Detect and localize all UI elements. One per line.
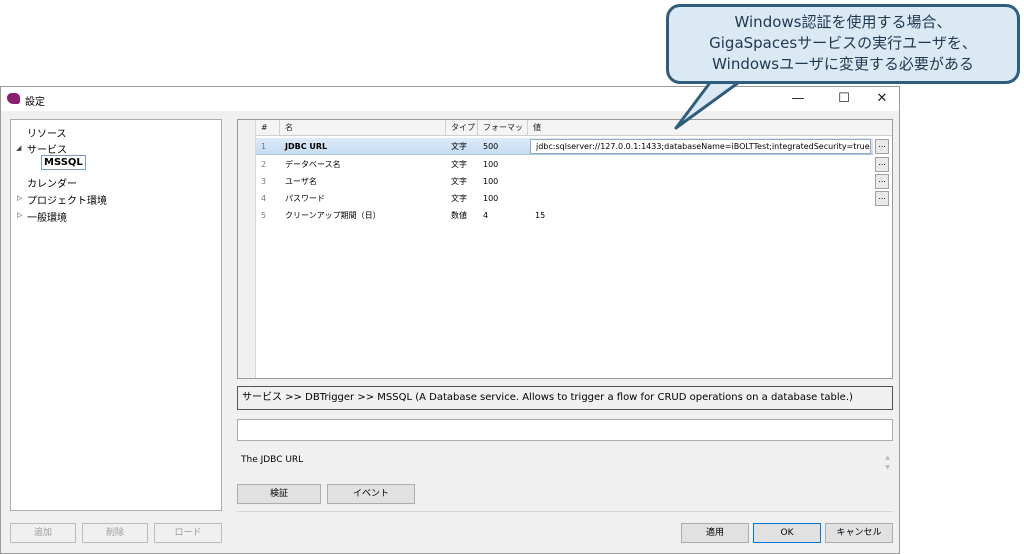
window-title: 設定 <box>25 97 45 108</box>
load-button[interactable]: ロード <box>154 523 222 543</box>
cell-type: 文字 <box>451 177 467 186</box>
cell-type: 文字 <box>451 194 467 203</box>
cell-value[interactable]: 15 <box>530 207 871 224</box>
cell-type: 文字 <box>451 160 467 169</box>
cell-format: 100 <box>483 160 499 169</box>
cell-value[interactable] <box>530 173 871 190</box>
cell-value[interactable] <box>530 190 871 207</box>
column-header-type[interactable]: タイプ <box>446 120 478 136</box>
cell-format: 100 <box>483 177 499 186</box>
column-header-num[interactable]: # <box>256 120 280 136</box>
cell-num: 1 <box>261 142 267 151</box>
event-button[interactable]: イベント <box>327 484 415 504</box>
cell-type: 数値 <box>451 211 467 220</box>
grid-header: # 名 タイプ フォーマット 値 <box>256 120 892 148</box>
property-description: The JDBC URL <box>241 455 304 465</box>
cell-format: 500 <box>483 142 499 151</box>
tree-item-general-env[interactable]: 一般環境 <box>27 209 67 224</box>
table-row[interactable]: 4 パスワード 文字 100 <box>256 190 873 207</box>
cell-name: JDBC URL <box>285 142 328 151</box>
tree-item-mssql[interactable]: MSSQL <box>41 155 86 170</box>
column-header-name[interactable]: 名 <box>280 120 446 136</box>
verify-button[interactable]: 検証 <box>237 484 321 504</box>
value-edit-field[interactable] <box>237 419 893 441</box>
table-row[interactable]: 2 データベース名 文字 100 <box>256 156 873 173</box>
properties-grid: # 名 タイプ フォーマット 値 1 JDBC URL 文字 500 jdbc:… <box>237 119 893 379</box>
callout-line-2: GigaSpacesサービスの実行ユーザを、 <box>709 34 977 52</box>
collapsed-arrow-icon[interactable]: ▷ <box>17 194 22 202</box>
add-button[interactable]: 追加 <box>10 523 76 543</box>
cell-name: パスワード <box>285 194 325 203</box>
row-header-column <box>238 120 256 378</box>
cell-name: クリーンアップ期間（日） <box>285 211 381 220</box>
column-header-value[interactable]: 値 <box>528 120 892 136</box>
cell-format: 4 <box>483 211 489 220</box>
ok-button[interactable]: OK <box>753 523 821 543</box>
row-2-browse-button[interactable]: ... <box>875 157 889 172</box>
table-row[interactable]: 5 クリーンアップ期間（日） 数値 4 15 <box>256 207 873 224</box>
cell-num: 4 <box>261 194 267 203</box>
tree-item-service[interactable]: サービス <box>27 141 67 156</box>
settings-tree: リソース ◢ サービス MSSQL カレンダー ▷ プロジェクト環境 ▷ 一般環… <box>10 119 222 511</box>
cell-value[interactable] <box>530 156 871 173</box>
settings-window: 設定 — ☐ ✕ リソース ◢ サービス MSSQL カレンダー ▷ プロジェク… <box>0 86 900 554</box>
delete-button[interactable]: 削除 <box>82 523 148 543</box>
tree-item-calendar[interactable]: カレンダー <box>27 175 77 190</box>
table-row[interactable]: 1 JDBC URL 文字 500 jdbc:sqlserver://127.0… <box>256 138 873 155</box>
annotation-callout: Windows認証を使用する場合、 GigaSpacesサービスの実行ユーザを、… <box>666 4 1020 84</box>
close-button[interactable]: ✕ <box>867 89 897 109</box>
table-row[interactable]: 3 ユーザ名 文字 100 <box>256 173 873 190</box>
cell-num: 3 <box>261 177 267 186</box>
cell-format: 100 <box>483 194 499 203</box>
row-1-browse-button[interactable]: ... <box>875 139 889 154</box>
callout-line-3: Windowsユーザに変更する必要がある <box>712 55 974 73</box>
divider <box>237 511 893 512</box>
breadcrumb: サービス >> DBTrigger >> MSSQL (A Database s… <box>237 386 893 410</box>
cell-num: 5 <box>261 211 267 220</box>
cell-name: ユーザ名 <box>285 177 317 186</box>
tree-item-project-env[interactable]: プロジェクト環境 <box>27 192 107 207</box>
app-logo-icon <box>7 93 20 104</box>
column-header-format[interactable]: フォーマット <box>478 120 528 148</box>
expanded-arrow-icon[interactable]: ◢ <box>16 144 21 152</box>
apply-button[interactable]: 適用 <box>681 523 749 543</box>
maximize-button[interactable]: ☐ <box>829 89 859 109</box>
row-4-browse-button[interactable]: ... <box>875 191 889 206</box>
tree-item-resource[interactable]: リソース <box>27 125 67 140</box>
row-3-browse-button[interactable]: ... <box>875 174 889 189</box>
cell-value-input[interactable]: jdbc:sqlserver://127.0.0.1:1433;database… <box>530 139 871 154</box>
cell-name: データベース名 <box>285 160 341 169</box>
cell-num: 2 <box>261 160 267 169</box>
cell-type: 文字 <box>451 142 467 151</box>
callout-line-1: Windows認証を使用する場合、 <box>734 13 952 31</box>
title-bar: 設定 — ☐ ✕ <box>1 87 899 111</box>
cancel-button[interactable]: キャンセル <box>825 523 893 543</box>
collapsed-arrow-icon[interactable]: ▷ <box>17 211 22 219</box>
minimize-button[interactable]: — <box>783 89 813 109</box>
description-scrollbar[interactable]: ▲ ▼ <box>883 453 892 473</box>
